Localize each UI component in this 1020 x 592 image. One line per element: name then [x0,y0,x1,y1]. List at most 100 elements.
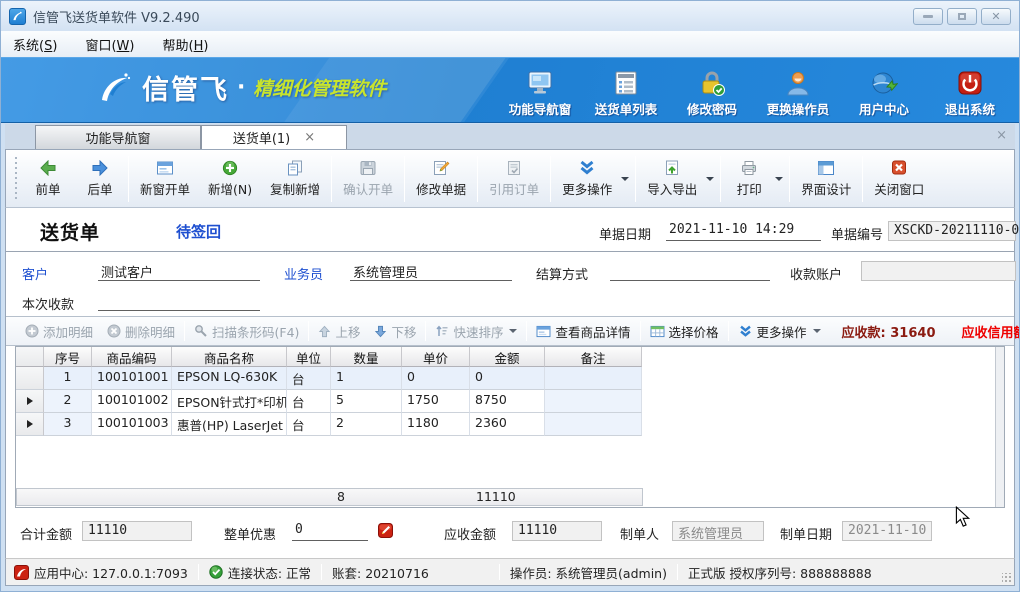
tab-delivery-order[interactable]: 送货单(1) × [201,125,347,149]
import-export-button[interactable]: 导入导出 [638,156,706,202]
toolbar-separator [720,156,721,202]
col-header[interactable]: 商品名称 [172,347,287,367]
grid-toolbar-separator [526,321,527,341]
monitor-icon [526,70,554,96]
banner-user-center-button[interactable]: 用户中心 [841,62,927,122]
grid-toolbar-separator [640,321,641,341]
print-button[interactable]: 打印 [723,156,775,202]
ref-order-button: 引用订单 [480,156,548,202]
header-divider [6,251,1014,252]
arrow-up-icon [318,325,331,338]
menu-system[interactable]: 系统S [13,35,57,54]
status-separator [677,564,678,580]
status-separator [198,564,199,580]
banner-nav-button[interactable]: 功能导航窗 [497,62,583,122]
banner-delivery-list-button[interactable]: 送货单列表 [583,62,669,122]
salesman-label[interactable]: 业务员 [284,264,323,283]
prev-order-button[interactable]: 前单 [22,156,74,202]
order-form: 送货单 待签回 单据日期 2021-11-10 14:29 单据编号 XSCKD… [5,208,1015,558]
doc-date-field[interactable]: 2021-11-10 14:29 [666,222,821,241]
payment-field[interactable] [98,292,260,311]
doc-title: 送货单 [40,218,100,245]
copy-new-button[interactable]: 复制新增 [261,156,329,202]
summary-amount: 11110 [471,489,546,505]
brand-logo: 信管飞 · 精细化管理软件 [96,68,386,107]
dropdown-caret-icon[interactable] [621,177,629,181]
banner-exit-button[interactable]: 退出系统 [927,62,1013,122]
restore-button[interactable] [947,8,977,25]
arrow-right-icon [91,160,109,176]
title-bar: 信管飞送货单软件 V9.2.490 ✕ [1,1,1019,31]
barcode-scanner-icon [194,324,208,338]
tab-nav-window[interactable]: 功能导航窗 [35,125,201,149]
account-field [861,261,1016,281]
new-order-button[interactable]: 新增(N) [199,156,261,202]
table-row[interactable]: 2 100101002 EPSON针式打*印机 台 5 1750 8750 [16,390,1004,413]
discount-edit-icon[interactable] [378,523,393,542]
edit-order-button[interactable]: 修改单据 [407,156,475,202]
menu-window[interactable]: 窗口W [85,35,134,54]
col-header[interactable]: 单位 [287,347,331,367]
col-header[interactable]: 单价 [402,347,470,367]
col-header[interactable]: 备注 [545,347,642,367]
delete-detail-button: 删除明细 [100,322,182,341]
doc-date-label: 单据日期 [599,224,651,243]
grid-header-row: 序号 商品编码 商品名称 单位 数量 单价 金额 备注 [16,347,1004,367]
app-logo-small-icon [14,565,29,580]
tab-strip: 功能导航窗 送货单(1) × × [5,124,1015,149]
brand-name: 信管飞 [142,68,229,107]
brand-swoosh-icon [96,70,132,106]
minimize-button[interactable] [913,8,943,25]
banner-change-password-button[interactable]: 修改密码 [669,62,755,122]
discount-label: 整单优惠 [224,524,276,543]
app-logo-icon [9,8,26,25]
close-button[interactable]: ✕ [981,8,1011,25]
table-row[interactable]: 3 100101003 惠普(HP) LaserJet 台 2 1180 236… [16,413,1004,436]
toolbar-separator [789,156,790,202]
tab-close-icon[interactable]: × [304,131,315,144]
banner-change-operator-button[interactable]: 更换操作员 [755,62,841,122]
grid-more-actions-button[interactable]: 更多操作 [731,322,828,341]
vertical-scrollbar[interactable] [995,347,1004,507]
customer-field[interactable]: 测试客户 [98,262,260,281]
receivable-amount-label: 应收金额 [444,524,496,543]
row-selector-cell [16,367,44,390]
dropdown-caret-icon [509,329,517,333]
menu-help[interactable]: 帮助H [162,35,208,54]
dropdown-caret-icon[interactable] [706,177,714,181]
close-window-button[interactable]: 关闭窗口 [865,156,933,202]
app-center-status: 应用中心: 127.0.0.1:7093 [14,563,188,582]
toolbar-grip [14,157,18,201]
col-header[interactable]: 商品编码 [92,347,172,367]
arrow-left-icon [39,160,57,176]
view-product-detail-button[interactable]: 查看商品详情 [529,322,637,341]
new-window-order-button[interactable]: 新窗开单 [131,156,199,202]
menu-bar: 系统S 窗口W 帮助H [1,31,1019,57]
operator-icon [785,70,811,96]
resize-grip[interactable] [1002,573,1012,583]
brand-dot: · [237,75,245,100]
select-price-button[interactable]: 选择价格 [643,322,726,341]
reference-doc-icon [505,160,523,176]
ui-design-button[interactable]: 界面设计 [792,156,860,202]
dropdown-caret-icon[interactable] [775,177,783,181]
settlement-field[interactable] [610,262,770,281]
toolbar-separator [128,156,129,202]
salesman-field[interactable]: 系统管理员 [350,262,512,281]
col-header[interactable]: 数量 [331,347,402,367]
tabstrip-close-icon[interactable]: × [996,129,1007,142]
toolbar-separator [635,156,636,202]
next-order-button[interactable]: 后单 [74,156,126,202]
discount-field[interactable]: 0 [292,522,368,541]
col-header[interactable]: 金额 [470,347,545,367]
col-header[interactable]: 序号 [44,347,92,367]
dropdown-caret-icon [813,329,821,333]
main-toolbar: 前单 后单 新窗开单 新增(N) 复制新增 确认开单 [5,149,1015,208]
copy-icon [286,160,304,176]
new-window-icon [156,160,174,176]
table-row[interactable]: 1 100101001 EPSON LQ-630K 台 1 0 0 [16,367,1004,390]
customer-label[interactable]: 客户 [22,264,48,283]
more-actions-button[interactable]: 更多操作 [553,156,621,202]
layout-icon [817,160,835,176]
quick-sort-button: 快速排序 [428,322,524,341]
